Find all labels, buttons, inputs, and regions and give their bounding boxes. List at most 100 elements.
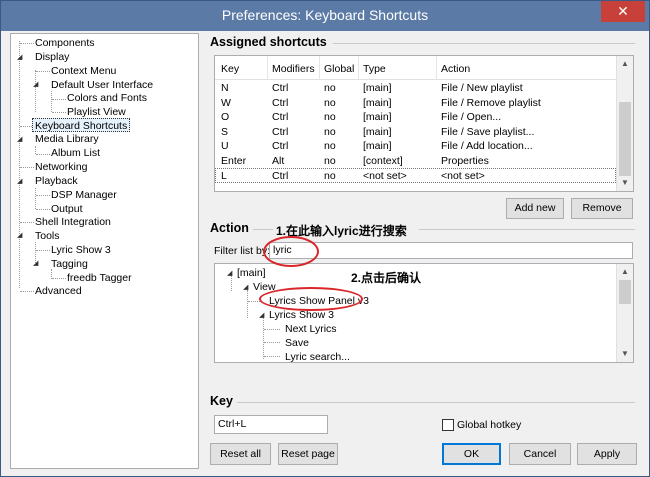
tree-line [36, 195, 50, 196]
column-header-type[interactable]: Type [363, 63, 386, 75]
preferences-tree[interactable]: ◢ ◢ ◢ ◢ ◢ ◢ Components Display Context M… [10, 33, 199, 469]
action-tree-item-save[interactable]: Save [285, 336, 309, 350]
tree-item-colors-and-fonts[interactable]: Colors and Fonts [67, 91, 147, 105]
table-row[interactable]: O Ctrl no [main] File / Open... [215, 110, 616, 125]
key-heading: Key [210, 394, 233, 408]
collapse-triangle-icon[interactable]: ◢ [17, 135, 22, 143]
scroll-down-arrow-icon[interactable]: ▼ [617, 346, 633, 362]
scrollbar-thumb[interactable] [619, 280, 631, 304]
shortcuts-list[interactable]: Key Modifiers Global Type Action N Ctrl … [214, 55, 634, 192]
tree-item-components[interactable]: Components [35, 36, 95, 50]
group-divider [419, 229, 635, 230]
reset-page-button[interactable]: Reset page [278, 443, 338, 465]
collapse-triangle-icon[interactable]: ◢ [17, 53, 22, 61]
group-divider [253, 229, 273, 230]
title-bar: Preferences: Keyboard Shortcuts ✕ [1, 1, 649, 31]
table-row[interactable]: N Ctrl no [main] File / New playlist [215, 81, 616, 96]
apply-button[interactable]: Apply [577, 443, 637, 465]
action-tree-item-main[interactable]: [main] [237, 266, 266, 280]
tree-line [231, 275, 232, 291]
tree-item-lyric-show-3[interactable]: Lyric Show 3 [51, 243, 111, 257]
close-icon: ✕ [617, 3, 629, 19]
collapse-triangle-icon[interactable]: ◢ [227, 269, 232, 277]
window-title: Preferences: Keyboard Shortcuts [221, 7, 429, 23]
cell-action: File / Save playlist... [441, 125, 535, 138]
cell-type: [main] [363, 111, 392, 123]
tree-item-freedb-tagger[interactable]: freedb Tagger [67, 271, 132, 285]
filter-input[interactable]: lyric [269, 242, 633, 259]
action-tree-item-next-lyrics[interactable]: Next Lyrics [285, 322, 337, 336]
tree-line [35, 146, 36, 154]
action-tree[interactable]: ◢ ◢ ◢ [main] View Lyrics Show Panel v3 L… [214, 263, 634, 363]
column-separator [436, 56, 437, 80]
tree-item-keyboard-shortcuts[interactable]: Keyboard Shortcuts [32, 118, 131, 132]
global-hotkey-checkbox[interactable] [442, 419, 454, 431]
tree-line [52, 278, 66, 279]
tree-line [36, 71, 50, 72]
column-header-key[interactable]: Key [221, 63, 239, 75]
scroll-down-arrow-icon[interactable]: ▼ [617, 175, 633, 191]
shortcuts-list-scrollbar[interactable]: ▲ ▼ [616, 56, 633, 191]
tree-item-advanced[interactable]: Advanced [35, 284, 82, 298]
collapse-triangle-icon[interactable]: ◢ [17, 177, 22, 185]
key-input[interactable]: Ctrl+L [214, 415, 328, 434]
tree-item-networking[interactable]: Networking [35, 160, 88, 174]
reset-all-button[interactable]: Reset all [210, 443, 271, 465]
annotation-ellipse-filter [263, 236, 319, 267]
cell-global: no [324, 125, 336, 138]
cell-modifiers: Ctrl [272, 170, 289, 182]
remove-button[interactable]: Remove [571, 198, 633, 219]
tree-item-tagging[interactable]: Tagging [51, 257, 88, 271]
tree-line [36, 209, 50, 210]
tree-item-output[interactable]: Output [51, 202, 83, 216]
tree-item-shell-integration[interactable]: Shell Integration [35, 215, 111, 229]
column-header-action[interactable]: Action [441, 63, 470, 75]
cell-key: Enter [221, 154, 247, 167]
tree-item-context-menu[interactable]: Context Menu [51, 64, 116, 78]
tree-item-tools[interactable]: Tools [35, 229, 60, 243]
tree-line [35, 188, 36, 209]
tree-item-playback[interactable]: Playback [35, 174, 78, 188]
scroll-up-arrow-icon[interactable]: ▲ [617, 264, 633, 280]
cell-modifiers: Ctrl [272, 111, 289, 123]
tree-line [36, 154, 50, 155]
cell-global: no [324, 154, 336, 167]
collapse-triangle-icon[interactable]: ◢ [33, 80, 38, 88]
collapse-triangle-icon[interactable]: ◢ [243, 283, 248, 291]
cell-global: no [324, 96, 336, 109]
close-button[interactable]: ✕ [601, 1, 645, 22]
cell-modifiers: Ctrl [272, 96, 289, 109]
collapse-triangle-icon[interactable]: ◢ [259, 311, 264, 319]
tree-item-default-user-interface[interactable]: Default User Interface [51, 78, 153, 92]
tree-line [36, 250, 50, 251]
global-hotkey-label[interactable]: Global hotkey [457, 419, 521, 431]
tree-item-dsp-manager[interactable]: DSP Manager [51, 188, 117, 202]
cancel-button[interactable]: Cancel [509, 443, 571, 465]
cell-type: <not set> [363, 170, 407, 182]
action-tree-scrollbar[interactable]: ▲ ▼ [616, 264, 633, 362]
table-row-selected[interactable]: L Ctrl no <not set> <not set> [215, 168, 616, 183]
table-row[interactable]: U Ctrl no [main] File / Add location... [215, 139, 616, 154]
tree-item-media-library[interactable]: Media Library [35, 132, 99, 146]
tree-item-album-list[interactable]: Album List [51, 146, 100, 160]
add-new-button[interactable]: Add new [506, 198, 564, 219]
annotation-step-2: 2.点击后确认 [351, 271, 422, 285]
collapse-triangle-icon[interactable]: ◢ [17, 231, 22, 239]
action-tree-item-lyric-search[interactable]: Lyric search... [285, 350, 350, 362]
scroll-up-arrow-icon[interactable]: ▲ [617, 56, 633, 72]
column-header-modifiers[interactable]: Modifiers [272, 63, 315, 75]
ok-button[interactable]: OK [442, 443, 501, 465]
tree-line [51, 91, 52, 112]
collapse-triangle-icon[interactable]: ◢ [33, 259, 38, 267]
table-row[interactable]: S Ctrl no [main] File / Save playlist... [215, 125, 616, 140]
column-header-global[interactable]: Global [324, 63, 354, 75]
cell-global: no [324, 82, 336, 94]
tree-item-playlist-view[interactable]: Playlist View [67, 105, 126, 119]
table-row[interactable]: W Ctrl no [main] File / Remove playlist [215, 96, 616, 111]
action-heading: Action [210, 221, 249, 235]
tree-line [20, 167, 34, 168]
cell-global: no [324, 111, 336, 123]
table-row[interactable]: Enter Alt no [context] Properties [215, 154, 616, 169]
tree-item-display[interactable]: Display [35, 50, 69, 64]
scrollbar-thumb[interactable] [619, 102, 631, 176]
